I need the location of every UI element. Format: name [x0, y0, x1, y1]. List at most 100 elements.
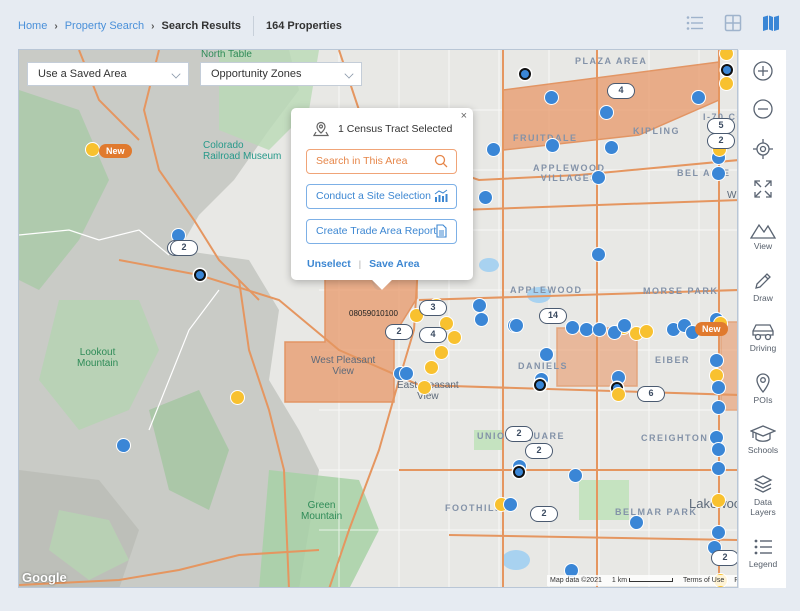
selected-property-marker[interactable] [721, 64, 733, 76]
zoom-out-button[interactable] [739, 98, 787, 120]
pois-button[interactable]: POIs [739, 372, 787, 406]
cluster-marker[interactable]: 2 [707, 133, 735, 149]
cluster-marker[interactable]: 2 [385, 324, 413, 340]
cluster-marker[interactable]: 6 [637, 386, 665, 402]
terms-link[interactable]: Terms of Use [683, 577, 724, 584]
popup-links: Unselect | Save Area [307, 258, 420, 270]
cluster-marker[interactable]: 2 [170, 240, 198, 256]
property-marker-blue[interactable] [711, 380, 726, 395]
property-marker-blue[interactable] [474, 312, 489, 327]
saved-area-select[interactable]: Use a Saved Area [27, 62, 189, 86]
property-marker-blue[interactable] [591, 170, 606, 185]
property-marker-yellow[interactable] [434, 345, 449, 360]
property-marker-blue[interactable] [568, 468, 583, 483]
property-marker-yellow[interactable] [424, 360, 439, 375]
property-marker-yellow[interactable] [611, 387, 626, 402]
view-toggle [686, 14, 780, 32]
trade-area-report-button[interactable]: Create Trade Area Report [306, 219, 457, 244]
map-view-icon[interactable] [762, 14, 780, 32]
property-marker-blue[interactable] [478, 190, 493, 205]
save-area-link[interactable]: Save Area [369, 258, 419, 270]
cluster-marker[interactable]: 14 [539, 308, 567, 324]
unselect-link[interactable]: Unselect [307, 258, 351, 270]
fullscreen-button[interactable] [739, 178, 787, 200]
property-marker-blue[interactable] [565, 320, 580, 335]
property-marker-blue[interactable] [539, 347, 554, 362]
property-marker-blue[interactable] [599, 105, 614, 120]
close-icon[interactable]: × [461, 110, 467, 122]
property-marker-blue[interactable] [629, 515, 644, 530]
cluster-marker[interactable]: 2 [711, 550, 737, 566]
property-marker-yellow[interactable] [447, 330, 462, 345]
property-marker-blue[interactable] [545, 138, 560, 153]
cluster-marker[interactable]: 2 [505, 426, 533, 442]
cluster-marker[interactable]: 2 [530, 506, 558, 522]
property-marker-blue[interactable] [503, 497, 518, 512]
location-pin-icon [756, 373, 770, 393]
property-marker-yellow[interactable] [85, 142, 100, 157]
new-listing-badge[interactable]: New [99, 144, 132, 158]
property-marker-blue[interactable] [509, 318, 524, 333]
legend-button[interactable]: Legend [739, 536, 787, 570]
property-marker-blue[interactable] [486, 142, 501, 157]
cluster-marker[interactable]: 4 [419, 327, 447, 343]
locate-icon [753, 139, 773, 159]
property-marker-blue[interactable] [592, 322, 607, 337]
property-marker-blue[interactable] [116, 438, 131, 453]
property-marker-blue[interactable] [711, 525, 726, 540]
list-view-icon[interactable] [686, 14, 704, 32]
locate-button[interactable] [739, 138, 787, 160]
view-button[interactable]: View [739, 220, 787, 252]
property-marker-yellow[interactable] [711, 493, 726, 508]
city-label: Wheat [727, 190, 737, 201]
map-canvas[interactable]: PLAZA AREA I-70 CORRID KIPLING FRUITDALE… [18, 49, 738, 588]
property-marker-yellow[interactable] [230, 390, 245, 405]
property-marker-blue[interactable] [604, 140, 619, 155]
opportunity-zone-select[interactable]: Opportunity Zones [200, 62, 362, 86]
site-selection-button[interactable]: Conduct a Site Selection [306, 184, 457, 209]
button-label: Create Trade Area Report [316, 225, 437, 237]
zoom-in-button[interactable] [739, 60, 787, 82]
schools-button[interactable]: Schools [739, 424, 787, 456]
driving-button[interactable]: Driving [739, 322, 787, 354]
poi-label: Lookout Mountain [77, 347, 119, 369]
property-marker-blue[interactable] [711, 400, 726, 415]
tool-label: Legend [748, 559, 778, 569]
property-marker-blue[interactable] [711, 166, 726, 181]
breadcrumb: Home › Property Search › Search Results … [18, 16, 342, 36]
property-marker-yellow[interactable] [639, 324, 654, 339]
selected-property-marker[interactable] [513, 466, 525, 478]
property-marker-blue[interactable] [591, 247, 606, 262]
property-marker-blue[interactable] [711, 461, 726, 476]
graduation-cap-icon [750, 425, 776, 442]
area-label: KIPLING [633, 126, 681, 136]
breadcrumb-home[interactable]: Home [18, 20, 47, 32]
breadcrumb-property-search[interactable]: Property Search [65, 20, 144, 32]
cluster-marker[interactable]: 5 [707, 118, 735, 134]
selected-property-marker[interactable] [519, 68, 531, 80]
selected-property-marker[interactable] [194, 269, 206, 281]
property-marker-blue[interactable] [617, 318, 632, 333]
property-marker-blue[interactable] [691, 90, 706, 105]
link-separator: | [358, 259, 362, 269]
area-label: EIBER [655, 355, 691, 365]
data-layers-button[interactable]: Data Layers [739, 474, 787, 518]
draw-button[interactable]: Draw [739, 270, 787, 304]
selected-property-marker[interactable] [534, 379, 546, 391]
property-marker-blue[interactable] [544, 90, 559, 105]
property-marker-blue[interactable] [472, 298, 487, 313]
new-listing-badge[interactable]: New [695, 322, 728, 336]
property-marker-yellow[interactable] [417, 380, 432, 395]
property-marker-blue[interactable] [709, 353, 724, 368]
cluster-marker[interactable]: 2 [525, 443, 553, 459]
top-bar: Home › Property Search › Search Results … [0, 0, 800, 48]
cluster-marker[interactable]: 3 [419, 300, 447, 316]
census-tract-id: 08059010100 [349, 309, 398, 318]
search-in-area-button[interactable]: Search in This Area [306, 149, 457, 174]
property-marker-blue[interactable] [711, 442, 726, 457]
tool-label: Draw [753, 293, 773, 303]
property-marker-blue[interactable] [399, 366, 414, 381]
cluster-marker[interactable]: 4 [607, 83, 635, 99]
grid-view-icon[interactable] [724, 14, 742, 32]
property-marker-yellow[interactable] [719, 76, 734, 91]
